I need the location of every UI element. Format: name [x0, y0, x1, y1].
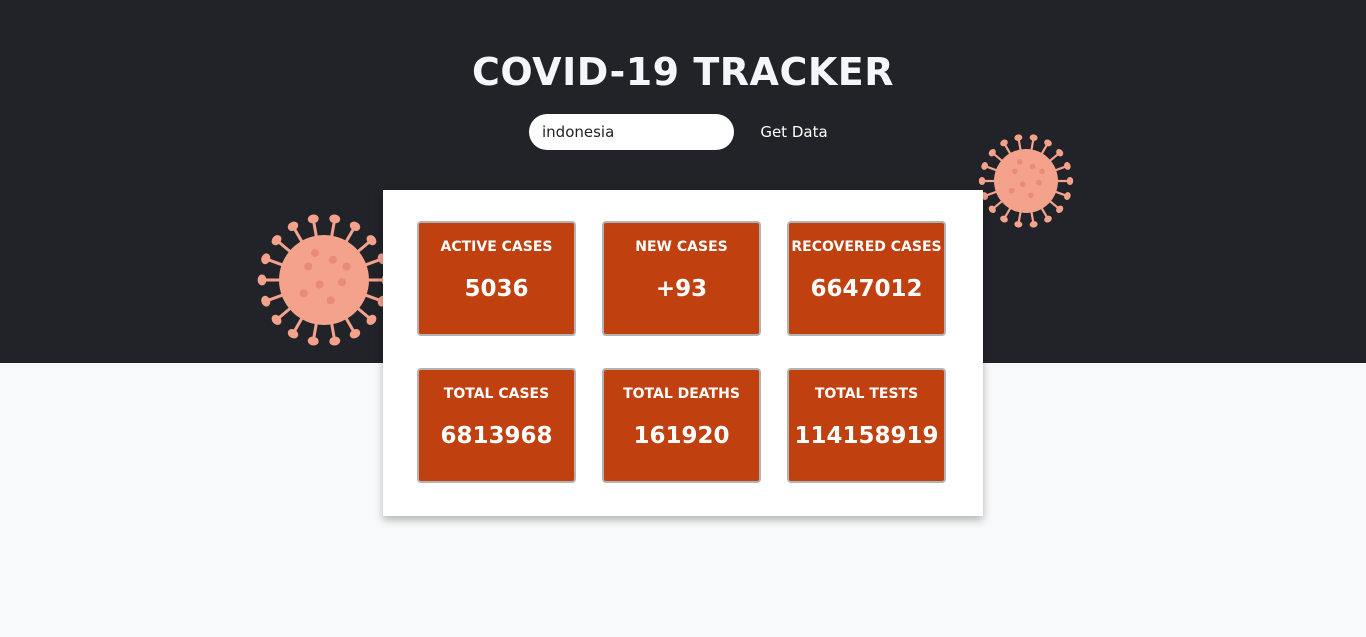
recovered-cases-card: RECOVERED CASES 6647012 — [787, 221, 946, 336]
active-cases-card: ACTIVE CASES 5036 — [417, 221, 576, 336]
get-data-button[interactable]: Get Data — [752, 114, 836, 150]
stat-label: RECOVERED CASES — [791, 239, 942, 255]
virus-icon — [978, 134, 1074, 228]
stat-value: 5036 — [464, 276, 529, 302]
stat-value: 114158919 — [794, 423, 939, 449]
stat-label: NEW CASES — [635, 239, 728, 255]
stat-label: TOTAL CASES — [443, 386, 550, 402]
total-cases-card: TOTAL CASES 6813968 — [417, 368, 576, 483]
total-tests-card: TOTAL TESTS 114158919 — [787, 368, 946, 483]
stat-value: +93 — [655, 276, 708, 302]
page-title: COVID-19 TRACKER — [472, 50, 894, 94]
stat-value: 6813968 — [440, 423, 553, 449]
stat-label: ACTIVE CASES — [440, 239, 553, 255]
stat-label: TOTAL DEATHS — [623, 386, 740, 402]
virus-icon — [257, 214, 391, 346]
stat-value: 161920 — [633, 423, 730, 449]
country-search-input[interactable] — [529, 114, 734, 150]
stat-value: 6647012 — [810, 276, 923, 302]
stat-label: TOTAL TESTS — [814, 386, 919, 402]
stats-panel: ACTIVE CASES 5036 NEW CASES +93 RECOVERE… — [383, 190, 983, 516]
total-deaths-card: TOTAL DEATHS 161920 — [602, 368, 761, 483]
new-cases-card: NEW CASES +93 — [602, 221, 761, 336]
